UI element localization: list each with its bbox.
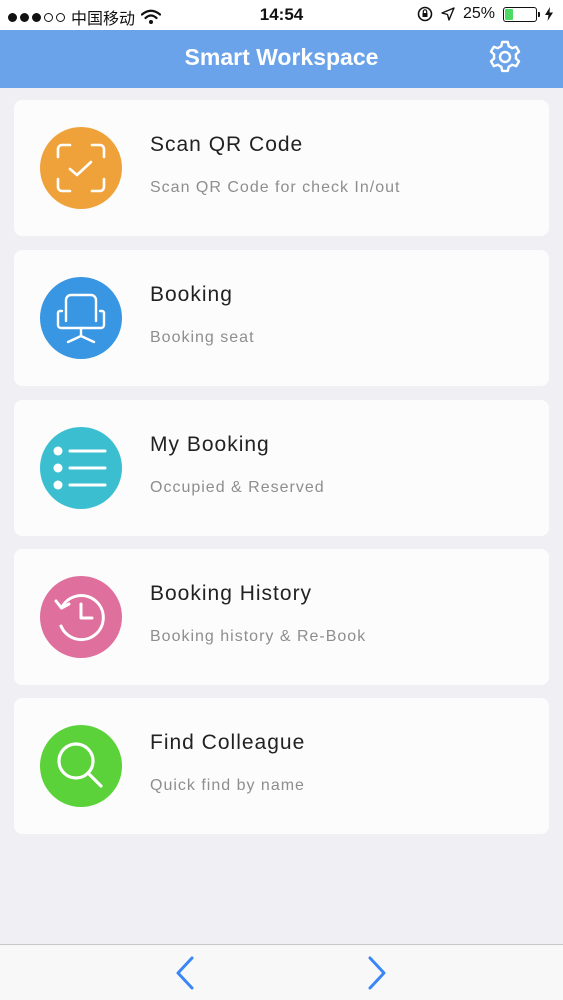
menu-card-scan-qr-code[interactable]: Scan QR Code Scan QR Code for check In/o… [14,100,549,236]
battery-icon [503,6,540,22]
app-header: 中国移动 14:54 25% Smart Workspace [0,0,563,88]
battery-percentage: 25% [462,5,495,22]
status-right: 25% [417,5,553,23]
charging-bolt-icon [545,7,553,21]
menu-card-title: My Booking [150,433,270,456]
gear-icon[interactable] [487,39,523,75]
icon-circle [40,127,122,209]
orientation-lock-icon [417,6,433,22]
bottom-toolbar [0,944,563,1000]
menu-card-title: Find Colleague [150,731,306,754]
chevron-left-icon[interactable] [170,953,200,993]
page-title: Smart Workspace [184,44,379,70]
menu-card-subtitle: Occupied & Reserved [150,479,325,496]
icon-circle [40,427,122,509]
icon-circle [40,277,122,359]
history-icon [54,594,105,642]
menu-card-subtitle: Scan QR Code for check In/out [150,179,401,196]
menu-card-booking[interactable]: Booking Booking seat [14,250,549,386]
qr-scan-icon [56,143,106,193]
menu-card-my-booking[interactable]: My Booking Occupied & Reserved [14,400,549,536]
menu-card-subtitle: Booking seat [150,329,255,346]
status-bar: 中国移动 14:54 25% [0,0,563,30]
menu-card-find-colleague[interactable]: Find Colleague Quick find by name [14,698,549,834]
navigation-bar: Smart Workspace [0,30,563,88]
menu-card-title: Booking [150,283,233,306]
menu-card-title: Scan QR Code [150,133,304,156]
chevron-right-icon[interactable] [362,953,392,993]
icon-circle [40,576,122,658]
menu-card-title: Booking History [150,582,313,605]
search-icon [57,742,103,788]
chair-icon [56,293,106,344]
menu-card-booking-history[interactable]: Booking History Booking history & Re-Boo… [14,549,549,685]
icon-circle [40,725,122,807]
battery-fill [505,8,513,20]
list-icon [53,446,107,490]
menu-card-subtitle: Quick find by name [150,777,305,794]
menu-card-subtitle: Booking history & Re-Book [150,628,367,645]
location-arrow-icon [441,7,455,21]
